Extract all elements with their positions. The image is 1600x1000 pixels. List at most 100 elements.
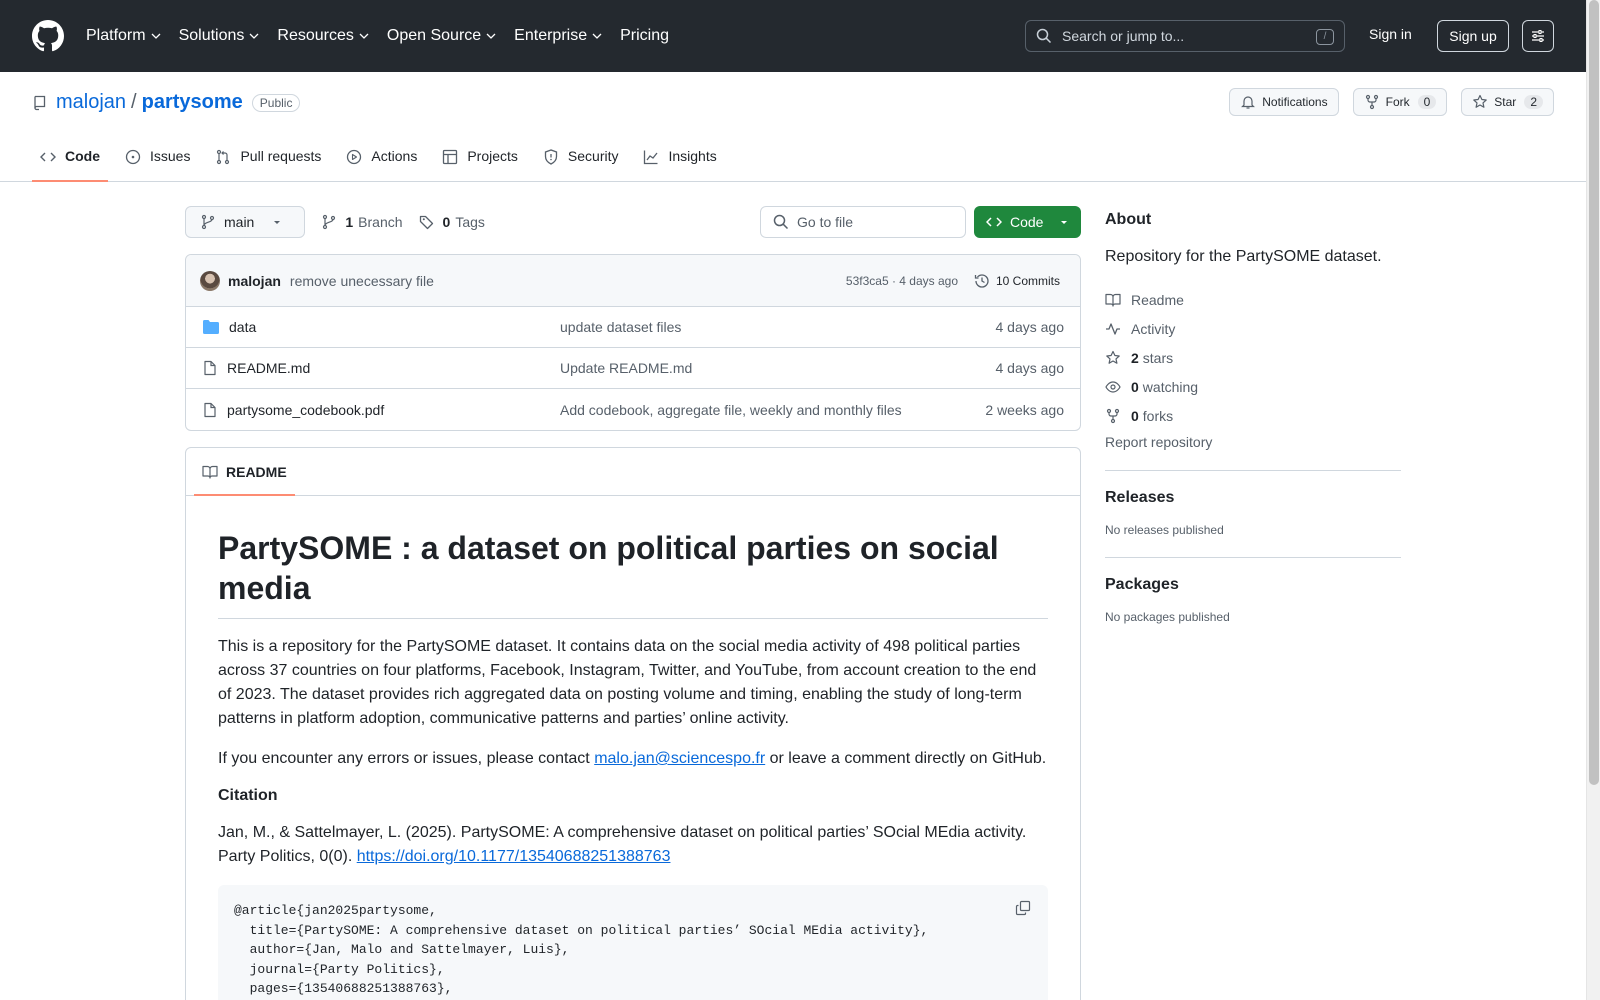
fork-button[interactable]: Fork 0 xyxy=(1352,88,1448,116)
doi-link[interactable]: https://doi.org/10.1177/1354068825138876… xyxy=(357,848,671,865)
sign-in-link[interactable]: Sign in xyxy=(1369,26,1412,42)
nav-platform-label: Platform xyxy=(86,27,146,44)
contact-email-link[interactable]: malo.jan@sciencespo.fr xyxy=(594,750,765,767)
releases-heading[interactable]: Releases xyxy=(1105,489,1401,507)
code-dropdown-button[interactable]: Code xyxy=(974,206,1081,238)
settings-button[interactable] xyxy=(1522,20,1554,52)
table-row[interactable]: README.md Update README.md 4 days ago xyxy=(186,348,1080,389)
bibtex-code-block[interactable]: @article{jan2025partysome, title={PartyS… xyxy=(218,885,1048,1000)
packages-heading[interactable]: Packages xyxy=(1105,576,1401,594)
tab-insights[interactable]: Insights xyxy=(635,140,724,182)
readme-tab[interactable]: README xyxy=(194,448,295,496)
file-browser: malojan remove unecessary file 53f3ca5 ·… xyxy=(185,254,1081,431)
tab-issues-label: Issues xyxy=(150,148,191,164)
readme-panel: README PartySOME : a dataset on politica… xyxy=(185,447,1081,1000)
copy-button[interactable] xyxy=(1012,897,1034,919)
report-repository-link[interactable]: Report repository xyxy=(1105,434,1401,450)
code-button-label: Code xyxy=(1010,214,1044,230)
file-commit-message[interactable]: update dataset files xyxy=(560,319,681,335)
page-scrollbar[interactable] xyxy=(1586,0,1600,1000)
activity-link-label: Activity xyxy=(1131,320,1176,337)
repo-actions: Notifications Fork 0 Star 2 xyxy=(1215,88,1554,116)
file-name-link[interactable]: partysome_codebook.pdf xyxy=(227,402,384,418)
file-commit-message[interactable]: Update README.md xyxy=(560,360,692,376)
fork-icon xyxy=(1106,408,1120,423)
star-count: 2 xyxy=(1524,95,1543,109)
tags-link[interactable]: 0 Tags xyxy=(419,214,485,230)
tab-issues[interactable]: Issues xyxy=(117,140,198,182)
tab-pull-requests[interactable]: Pull requests xyxy=(207,140,329,182)
global-nav: Platform Solutions Resources Open Source… xyxy=(86,27,687,45)
sidebar-divider xyxy=(1105,470,1401,471)
pulse-icon xyxy=(1106,322,1120,335)
tab-projects-label: Projects xyxy=(467,148,518,164)
nav-solutions[interactable]: Solutions xyxy=(179,27,260,45)
fork-count: 0 xyxy=(1417,95,1437,109)
github-logo-icon[interactable] xyxy=(32,20,64,52)
nav-enterprise[interactable]: Enterprise xyxy=(514,27,602,45)
activity-link[interactable]: Activity xyxy=(1105,314,1401,343)
nav-platform[interactable]: Platform xyxy=(86,27,161,45)
tab-actions-label: Actions xyxy=(371,148,418,164)
commit-message-link[interactable]: remove unecessary file xyxy=(290,273,434,289)
readme-body: PartySOME : a dataset on political parti… xyxy=(186,496,1080,1000)
nav-solutions-label: Solutions xyxy=(178,27,245,44)
watching-label: watching xyxy=(1142,378,1199,395)
tab-projects[interactable]: Projects xyxy=(434,140,526,182)
file-commit-message[interactable]: Add codebook, aggregate file, weekly and… xyxy=(560,402,902,418)
branches-link[interactable]: 1 Branch xyxy=(321,214,403,230)
tag-icon xyxy=(419,215,433,230)
caret-down-icon xyxy=(274,221,281,224)
bell-icon xyxy=(1241,96,1256,109)
tag-count: 0 xyxy=(442,214,451,230)
go-to-file-placeholder: Go to file xyxy=(797,214,854,230)
repo-name-link[interactable]: partysome xyxy=(142,91,243,114)
nav-open-source[interactable]: Open Source xyxy=(387,27,496,45)
star-icon xyxy=(1106,350,1120,364)
contact-prefix: If you encounter any errors or issues, p… xyxy=(218,750,595,767)
eye-icon xyxy=(1105,380,1121,393)
readme-link[interactable]: Readme xyxy=(1105,285,1401,314)
repo-header: malojan / partysome Public Notifications… xyxy=(0,72,1586,182)
tab-security[interactable]: Security xyxy=(535,140,627,182)
branch-selector-button[interactable]: main xyxy=(185,206,306,238)
branch-icon xyxy=(201,214,215,230)
global-search-input[interactable]: Search or jump to... / xyxy=(1025,20,1345,52)
table-row[interactable]: data update dataset files 4 days ago xyxy=(186,307,1080,348)
nav-pricing[interactable]: Pricing xyxy=(620,27,669,45)
tab-pull-requests-label: Pull requests xyxy=(240,148,322,164)
file-name-link[interactable]: data xyxy=(229,319,256,335)
commits-history-link[interactable]: 10 Commits xyxy=(974,273,1060,289)
packages-empty-text: No packages published xyxy=(1105,610,1230,624)
file-name-link[interactable]: README.md xyxy=(227,360,310,376)
star-button[interactable]: Star 2 xyxy=(1461,88,1554,116)
repo-owner-link[interactable]: malojan xyxy=(56,91,126,114)
commit-count-label: 10 Commits xyxy=(995,273,1060,288)
tab-code-label: Code xyxy=(65,148,100,164)
tab-actions[interactable]: Actions xyxy=(338,140,425,182)
repo-icon xyxy=(34,95,46,110)
forks-link[interactable]: 0 forks xyxy=(1105,401,1401,430)
fork-icon xyxy=(1365,94,1378,110)
table-row[interactable]: partysome_codebook.pdf Add codebook, agg… xyxy=(186,389,1080,430)
fork-label: Fork xyxy=(1385,95,1410,109)
commit-author-link[interactable]: malojan xyxy=(228,273,281,289)
go-to-file-input[interactable]: Go to file xyxy=(760,206,966,238)
sidebar-divider xyxy=(1105,557,1401,558)
avatar[interactable] xyxy=(200,270,220,291)
notifications-button[interactable]: Notifications xyxy=(1229,88,1339,116)
caret-down-icon xyxy=(1061,221,1067,224)
repo-description: Repository for the PartySOME dataset. xyxy=(1105,248,1382,265)
tab-code[interactable]: Code xyxy=(32,140,108,182)
stars-link[interactable]: 2 stars xyxy=(1105,343,1401,372)
file-date: 4 days ago xyxy=(995,360,1065,376)
latest-commit-bar: malojan remove unecessary file 53f3ca5 ·… xyxy=(186,255,1080,307)
nav-resources[interactable]: Resources xyxy=(277,27,369,45)
readme-tabbar: README xyxy=(186,448,1080,496)
scrollbar-thumb[interactable] xyxy=(1589,0,1599,785)
commit-meta[interactable]: 53f3ca5 · 4 days ago xyxy=(846,274,958,288)
watching-link[interactable]: 0 watching xyxy=(1105,372,1401,401)
chevron-down-icon xyxy=(249,33,259,39)
sign-up-button[interactable]: Sign up xyxy=(1437,20,1509,52)
search-icon xyxy=(1036,28,1052,44)
